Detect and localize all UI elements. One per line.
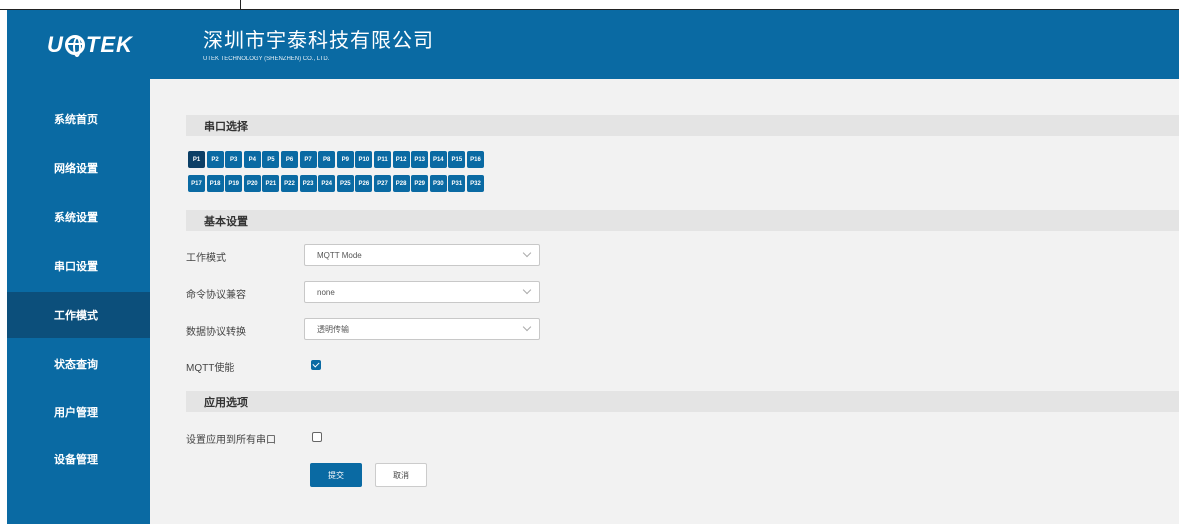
port-button-p18[interactable]: P18 [206, 175, 224, 192]
port-button-p22[interactable]: P22 [281, 175, 298, 192]
port-button-p30[interactable]: P30 [429, 175, 447, 192]
port-button-p11[interactable]: P11 [374, 151, 391, 168]
cmd-protocol-value: none [317, 287, 335, 297]
top-border-divider [240, 0, 241, 10]
sidebar-item-device[interactable]: 设备管理 [7, 436, 150, 482]
port-button-p4[interactable]: P4 [243, 151, 261, 168]
mqtt-enable-label: MQTT使能 [186, 363, 235, 374]
data-protocol-label: 数据协议转换 [186, 327, 246, 338]
work-mode-select[interactable]: MQTT Mode [304, 244, 540, 266]
globe-icon [64, 35, 85, 57]
port-button-p16[interactable]: P16 [467, 151, 484, 168]
sidebar-item-work-mode[interactable]: 工作模式 [7, 292, 150, 338]
sidebar-nav: 系统首页 网络设置 系统设置 串口设置 工作模式 状态查询 用户管理 设备管理 [7, 79, 150, 524]
header-bar: U TEK 深圳市宇泰科技有限公司 UTEK TECHNOLOGY (SHENZH… [7, 10, 1179, 79]
apply-all-label: 设置应用到所有串口 [186, 435, 276, 446]
submit-button[interactable]: 提交 [310, 463, 362, 487]
chevron-down-icon [522, 285, 532, 295]
port-button-p29[interactable]: P29 [411, 175, 429, 192]
main-content: 串口选择 P1 P2 P3 P4 P5 P6 P7 P8 P9 P10 P11 P12 P13 P14 P1… [150, 79, 1179, 524]
port-button-p13[interactable]: P13 [411, 151, 429, 168]
sidebar-item-status[interactable]: 状态查询 [7, 341, 150, 387]
port-button-p3[interactable]: P3 [225, 151, 243, 168]
port-button-p28[interactable]: P28 [392, 175, 410, 192]
port-button-p19[interactable]: P19 [225, 175, 243, 192]
port-button-p32[interactable]: P32 [467, 175, 484, 192]
port-button-p8[interactable]: P8 [318, 151, 336, 168]
work-mode-value: MQTT Mode [317, 250, 362, 260]
top-border [0, 0, 1179, 10]
port-button-p14[interactable]: P14 [429, 151, 447, 168]
port-button-p23[interactable]: P23 [299, 175, 317, 192]
port-button-p5[interactable]: P5 [262, 151, 280, 168]
port-button-p1[interactable]: P1 [188, 151, 205, 168]
apply-all-checkbox[interactable] [312, 432, 322, 442]
port-button-p7[interactable]: P7 [299, 151, 317, 168]
port-button-p20[interactable]: P20 [243, 175, 261, 192]
work-mode-label: 工作模式 [186, 253, 226, 264]
logo-text-prefix: U [47, 32, 64, 57]
company-name: 深圳市宇泰科技有限公司 UTEK TECHNOLOGY (SHENZHEN) C… [203, 24, 434, 62]
data-protocol-select[interactable]: 透明传输 [304, 318, 540, 340]
port-button-p21[interactable]: P21 [262, 175, 280, 192]
port-button-p17[interactable]: P17 [188, 175, 205, 192]
cancel-button[interactable]: 取消 [375, 463, 427, 487]
port-button-p25[interactable]: P25 [336, 175, 354, 192]
sidebar-item-serial[interactable]: 串口设置 [7, 243, 150, 289]
port-button-p9[interactable]: P9 [336, 151, 354, 168]
port-button-p12[interactable]: P12 [392, 151, 410, 168]
cmd-protocol-select[interactable]: none [304, 281, 540, 303]
brand-logo: U TEK [47, 32, 133, 58]
section-apply-options: 应用选项 [186, 391, 1179, 412]
port-button-p31[interactable]: P31 [448, 175, 466, 192]
company-name-cn: 深圳市宇泰科技有限公司 [203, 30, 434, 52]
section-basic-settings: 基本设置 [186, 210, 1179, 231]
port-button-p6[interactable]: P6 [281, 151, 298, 168]
sidebar-item-home[interactable]: 系统首页 [7, 96, 150, 142]
port-button-p27[interactable]: P27 [374, 175, 391, 192]
port-button-p2[interactable]: P2 [206, 151, 224, 168]
section-serial-select: 串口选择 [186, 115, 1179, 136]
sidebar-item-users[interactable]: 用户管理 [7, 389, 150, 435]
sidebar-item-network[interactable]: 网络设置 [7, 145, 150, 191]
company-name-en: UTEK TECHNOLOGY (SHENZHEN) CO., LTD. [203, 56, 330, 62]
port-button-p26[interactable]: P26 [355, 175, 373, 192]
app-frame: U TEK 深圳市宇泰科技有限公司 UTEK TECHNOLOGY (SHENZH… [7, 10, 1179, 524]
chevron-down-icon [522, 248, 532, 258]
cmd-protocol-label: 命令协议兼容 [186, 290, 246, 301]
data-protocol-value: 透明传输 [317, 324, 349, 334]
port-button-p24[interactable]: P24 [318, 175, 336, 192]
logo-text-suffix: TEK [85, 32, 133, 57]
port-button-p10[interactable]: P10 [355, 151, 373, 168]
sidebar-item-system[interactable]: 系统设置 [7, 194, 150, 240]
mqtt-enable-checkbox[interactable] [311, 360, 321, 370]
port-button-p15[interactable]: P15 [448, 151, 466, 168]
chevron-down-icon [522, 322, 532, 332]
